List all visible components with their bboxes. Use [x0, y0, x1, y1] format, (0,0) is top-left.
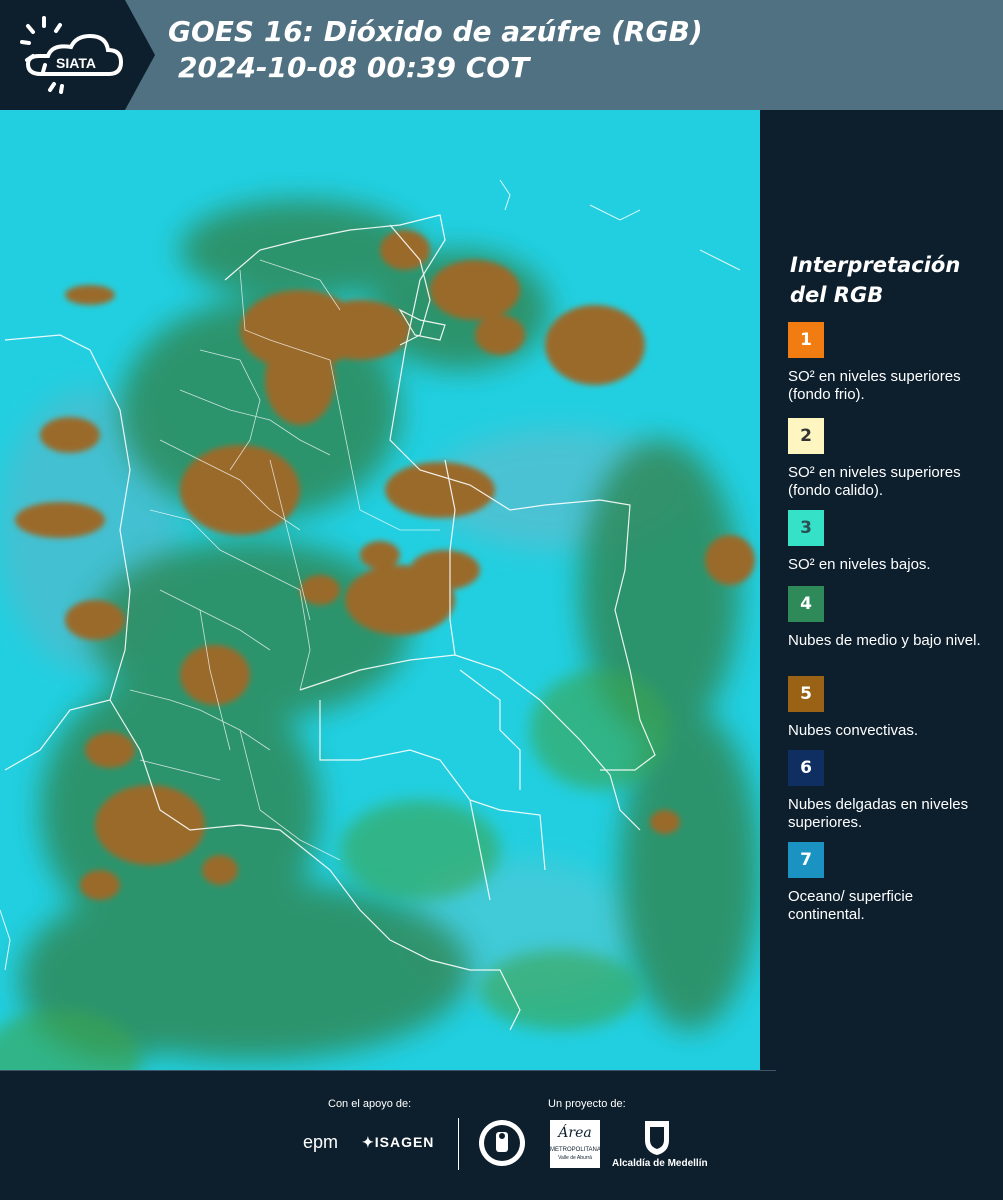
legend-label-3: SO² en niveles bajos.	[788, 556, 931, 573]
legend-swatch-5: 5	[788, 676, 824, 712]
isagen-logo[interactable]: ✦ISAGEN	[362, 1134, 434, 1151]
legend-item-5: 5 Nubes convectivas.	[788, 676, 988, 740]
legend-swatch-2: 2	[788, 418, 824, 454]
area-metro-sub: METROPOLITANA	[550, 1147, 601, 1153]
legend-item-3: 3 SO² en niveles bajos.	[788, 510, 988, 574]
medellin-seal-icon[interactable]	[478, 1118, 526, 1168]
title-line-1: GOES 16: Dióxido de azúfre (RGB)	[168, 15, 703, 48]
page-title: GOES 16: Dióxido de azúfre (RGB) 2024-10…	[168, 14, 703, 86]
legend-swatch-1: 1	[788, 322, 824, 358]
isagen-label: ISAGEN	[374, 1134, 435, 1150]
satellite-image	[0, 110, 760, 1070]
legend-item-2: 2 SO² en niveles superiores (fondo calid…	[788, 418, 988, 500]
footer-divider-line	[0, 1070, 776, 1071]
legend-label-2: SO² en niveles superiores (fondo calido)…	[788, 464, 961, 499]
footer: Con el apoyo de: Un proyecto de: epm ✦IS…	[0, 1070, 1003, 1200]
siata-logo[interactable]: SIATA	[0, 0, 155, 110]
project-label: Un proyecto de:	[548, 1098, 626, 1110]
header-bar: SIATA GOES 16: Dióxido de azúfre (RGB) 2…	[0, 0, 1003, 110]
sun-cloud-icon: SIATA	[20, 16, 124, 94]
satellite-map[interactable]	[0, 110, 760, 1070]
legend-item-6: 6 Nubes delgadas en niveles superiores.	[788, 750, 988, 832]
legend-title: Interpretación del RGB	[790, 253, 961, 307]
legend-swatch-7: 7	[788, 842, 824, 878]
legend-swatch-6: 6	[788, 750, 824, 786]
support-label: Con el apoyo de:	[328, 1098, 412, 1110]
area-metropolitana-logo[interactable]: Área METROPOLITANA Valle de Aburrá	[550, 1120, 601, 1168]
area-metro-sub2: Valle de Aburrá	[558, 1155, 592, 1161]
legend-label-5: Nubes convectivas.	[788, 722, 919, 739]
legend-label-7: Oceano/ superficie continental.	[788, 888, 914, 923]
alcaldia-shield-icon[interactable]	[642, 1118, 672, 1156]
legend-item-4: 4 Nubes de medio y bajo nivel.	[788, 586, 988, 650]
sponsor-divider	[458, 1118, 459, 1170]
legend-label-4: Nubes de medio y bajo nivel.	[788, 632, 981, 649]
area-metro-title: Área	[558, 1125, 592, 1141]
legend-item-7: 7 Oceano/ superficie continental.	[788, 842, 988, 924]
epm-logo[interactable]: epm	[303, 1132, 338, 1153]
legend-label-1: SO² en niveles superiores (fondo frio).	[788, 368, 961, 403]
svg-text:SIATA: SIATA	[56, 55, 96, 71]
legend-swatch-4: 4	[788, 586, 824, 622]
legend-label-6: Nubes delgadas en niveles superiores.	[788, 796, 969, 831]
isagen-icon: ✦	[362, 1134, 375, 1150]
legend-panel: Interpretación del RGB 1 SO² en niveles …	[760, 110, 1003, 1070]
legend-item-1: 1 SO² en niveles superiores (fondo frio)…	[788, 322, 988, 404]
alcaldia-label: Alcaldía de Medellín	[612, 1158, 708, 1169]
legend-swatch-3: 3	[788, 510, 824, 546]
title-line-2: 2024-10-08 00:39 COT	[178, 51, 530, 84]
